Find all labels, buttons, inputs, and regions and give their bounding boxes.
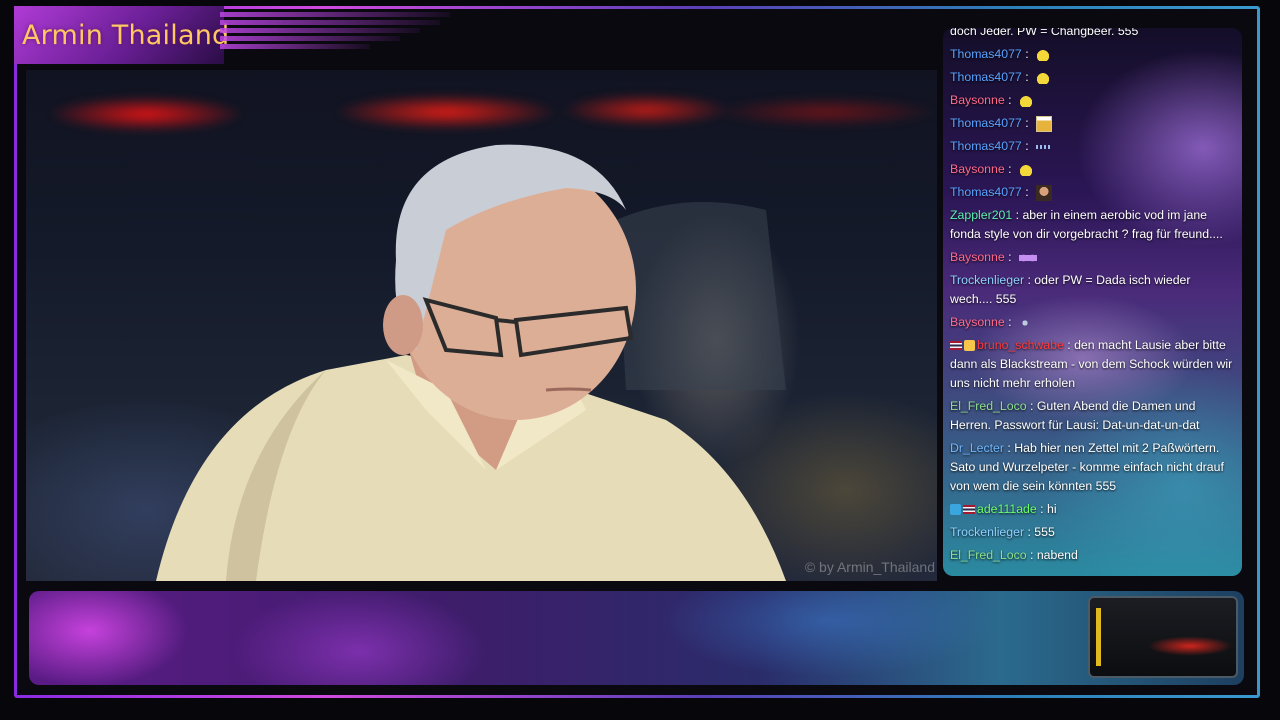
video-watermark: © by Armin_Thailand [804, 559, 935, 575]
chat-username[interactable]: bruno_schwabe [977, 338, 1064, 352]
duck-emote-icon [1018, 163, 1033, 176]
duck-emote-icon [1018, 94, 1033, 107]
chat-separator: : [1004, 315, 1015, 329]
chat-username[interactable]: Dr_Lecter [950, 441, 1004, 455]
chat-text: hi [1046, 502, 1057, 516]
chat-separator: : [1021, 116, 1033, 130]
streamer-figure [156, 144, 786, 581]
chat-username[interactable]: Thomas4077 [950, 116, 1022, 130]
chat-separator: : [1004, 250, 1015, 264]
chat-panel[interactable]: doch Jeder. PW = Changbeer. 555 Thomas407… [943, 28, 1242, 576]
chat-separator: : [1021, 70, 1033, 84]
hand-emote-icon [1018, 316, 1031, 329]
chat-separator: : [1026, 548, 1037, 562]
chat-separator: : [1024, 273, 1035, 287]
chat-separator: : [1021, 47, 1033, 61]
chat-text: nabend [1036, 548, 1078, 562]
chat-username[interactable]: Thomas4077 [950, 47, 1022, 61]
chat-text: doch Jeder. PW = Changbeer. 555 [950, 28, 1139, 38]
chat-username[interactable]: Thomas4077 [950, 185, 1022, 199]
chat-username[interactable]: Baysonne [950, 315, 1005, 329]
subscriber-badge [964, 340, 975, 352]
chat-message: Trockenlieger : oder PW = Dada isch wied… [943, 271, 1242, 309]
channel-title: Armin Thailand [22, 20, 230, 51]
chat-message: bruno_schwabe : den macht Lausie aber bi… [943, 336, 1242, 393]
chat-message: El_Fred_Loco : Guten Abend die Damen und… [943, 397, 1242, 435]
chat-separator: : [1024, 525, 1035, 539]
chat-separator: : [1021, 185, 1033, 199]
thai-flag-badge [950, 341, 962, 351]
chat-message: Dr_Lecter : Hab hier nen Zettel mit 2 Pa… [943, 439, 1242, 496]
chat-username[interactable]: Trockenlieger [950, 525, 1024, 539]
mini-camera-widget [1088, 596, 1238, 678]
chat-separator: : [1004, 441, 1015, 455]
dots-emote-icon [1036, 144, 1053, 149]
chat-separator: : [1063, 338, 1075, 352]
chat-username[interactable]: Zappler201 [950, 208, 1012, 222]
chat-username[interactable]: ade111ade [977, 502, 1037, 516]
chat-separator: : [1026, 399, 1037, 413]
chat-message: Baysonne : [943, 313, 1242, 332]
chat-message: Baysonne : [943, 91, 1242, 110]
chat-message: Baysonne : [943, 248, 1242, 267]
chat-separator: : [1004, 93, 1015, 107]
chat-separator: : [1036, 502, 1047, 516]
chat-message: Thomas4077 : [943, 114, 1242, 133]
chat-username[interactable]: El_Fred_Loco [950, 399, 1027, 413]
chat-message: Thomas4077 : [943, 68, 1242, 87]
chat-message: Thomas4077 : [943, 183, 1242, 202]
chat-message: doch Jeder. PW = Changbeer. 555 [943, 28, 1242, 41]
chat-text: 555 [1034, 525, 1055, 539]
chat-username[interactable]: Thomas4077 [950, 70, 1022, 84]
bow-emote-icon [1018, 252, 1037, 263]
chat-message: Thomas4077 : [943, 45, 1242, 64]
webcam-video[interactable]: © by Armin_Thailand [26, 70, 937, 581]
chat-username[interactable]: Baysonne [950, 93, 1005, 107]
chat-message: Zappler201 : aber in einem aerobic vod i… [943, 206, 1242, 244]
chat-message: Baysonne : [943, 160, 1242, 179]
chat-message: ade111ade : hi [943, 500, 1242, 519]
thai-flag-badge [963, 505, 975, 515]
duck-emote-icon [1036, 48, 1051, 61]
chat-separator: : [1004, 162, 1015, 176]
beer-emote-icon [1036, 115, 1053, 132]
face-emote-icon [1036, 184, 1053, 201]
duck-emote-icon [1036, 71, 1051, 84]
chat-separator: : [1021, 139, 1033, 153]
chat-username[interactable]: Baysonne [950, 162, 1005, 176]
widget-accent-bar [1096, 608, 1101, 666]
chat-separator: : [1012, 208, 1023, 222]
chat-message: El_Fred_Loco : nabend [943, 546, 1242, 565]
title-decoration [220, 12, 450, 52]
chat-username[interactable]: Trockenlieger [950, 273, 1024, 287]
chat-message: Trockenlieger : 555 [943, 523, 1242, 542]
chat-username[interactable]: El_Fred_Loco [950, 548, 1027, 562]
moderator-badge [950, 504, 961, 516]
bottom-info-bar [29, 591, 1244, 685]
chat-username[interactable]: Baysonne [950, 250, 1005, 264]
chat-message: Thomas4077 : [943, 137, 1242, 156]
chat-username[interactable]: Thomas4077 [950, 139, 1022, 153]
